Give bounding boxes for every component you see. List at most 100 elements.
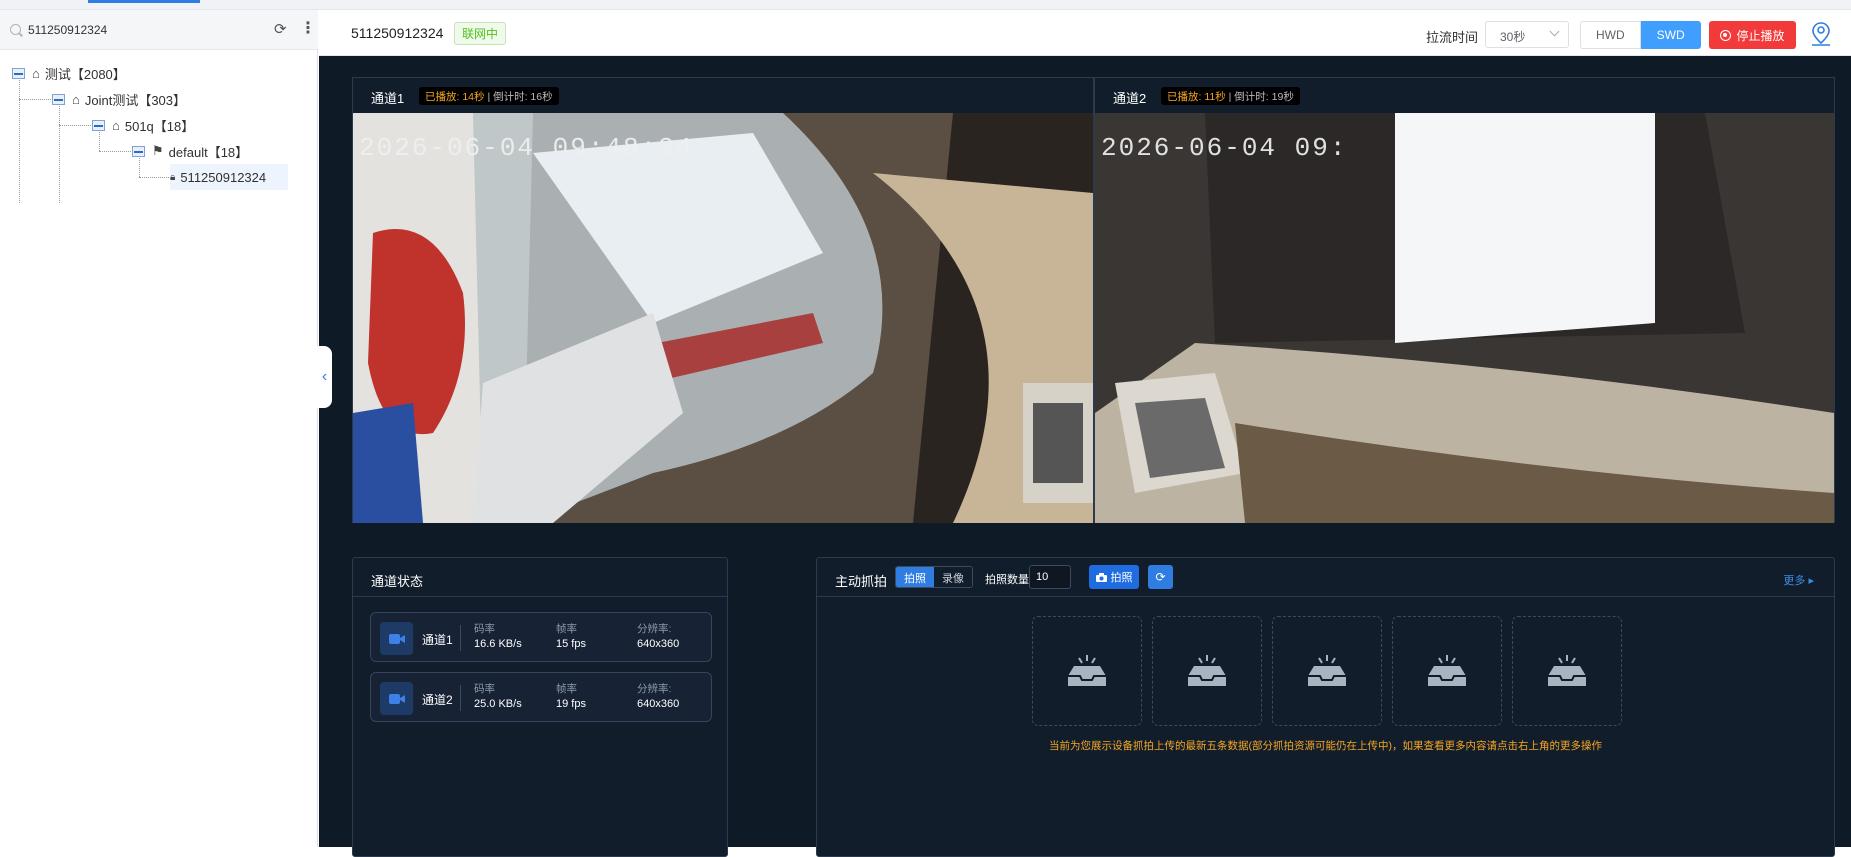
capture-mode-tabs: 拍照 录像 [895, 566, 973, 588]
hwd-button[interactable]: HWD [1580, 21, 1641, 49]
played-time: 已播放: 11秒 [1167, 91, 1226, 103]
more-options-icon[interactable]: ⋮ [300, 20, 316, 38]
tree-node-default[interactable]: ⚑ default【18】 [132, 138, 248, 164]
chevron-left-icon: ‹ [321, 368, 328, 385]
fps-value: 15 fps [556, 638, 586, 650]
snapshot-card: 主动抓拍 拍照 录像 拍照数量 拍照 ⟳ 更多 ▸ 当前为您展示设备抓拍上传的最… [816, 557, 1835, 857]
snapshot-slot-empty [1272, 616, 1382, 726]
pull-time-label: 拉流时间 [1426, 30, 1479, 45]
empty-inbox-icon [1428, 655, 1466, 686]
snapshot-slot-empty [1152, 616, 1262, 726]
capture-button[interactable]: 拍照 [1089, 565, 1139, 589]
video-feed[interactable]: 2026-06-04 09:48:34 [353, 113, 1093, 523]
device-header: 511250912324 联网中 拉流时间 30秒 HWD SWD 停止播放 [319, 10, 1851, 56]
home-icon: ⌂ [32, 65, 40, 81]
channel-name: 通道2 [422, 693, 453, 707]
collapse-toggle-icon[interactable] [92, 119, 105, 131]
main-area: 511250912324 联网中 拉流时间 30秒 HWD SWD 停止播放 ‹… [317, 10, 1851, 857]
photo-count-label: 拍照数量 [985, 574, 1029, 586]
browser-top-strip [0, 0, 1851, 10]
resolution-label: 分辨率: [637, 683, 672, 695]
photo-count-input[interactable] [1029, 565, 1071, 589]
capture-button-label: 拍照 [1110, 572, 1133, 584]
tree-node-root[interactable]: ⌂ 测试【2080】 [12, 60, 126, 86]
video-camera-icon [380, 682, 413, 715]
empty-inbox-icon [1188, 655, 1226, 686]
card-title: 通道状态 [371, 574, 424, 589]
video-feed[interactable]: 2026-06-04 09: [1095, 113, 1834, 523]
location-user-icon[interactable] [1809, 21, 1833, 47]
divider [460, 685, 461, 711]
collapse-toggle-icon[interactable] [12, 67, 25, 79]
tree-node-501q[interactable]: ⌂ 501q【18】 [92, 112, 194, 138]
channel-row: 通道2 码率 25.0 KB/s 帧率 19 fps 分辨率: 640x360 [370, 672, 712, 722]
countdown-time: | 倒计时: 16秒 [487, 91, 553, 103]
tree-connector [139, 177, 171, 178]
refresh-snapshots-button[interactable]: ⟳ [1148, 565, 1173, 589]
stop-play-button[interactable]: 停止播放 [1709, 21, 1796, 49]
bitrate-value: 16.6 KB/s [474, 638, 522, 650]
collapse-toggle-icon[interactable] [132, 145, 145, 157]
collapse-toggle-icon[interactable] [52, 93, 65, 105]
video-frame: 2026-06-04 09:48:34 [353, 113, 1093, 523]
empty-inbox-icon [1068, 655, 1106, 686]
video-timestamp: 2026-06-04 09:48:34 [359, 133, 693, 163]
home-icon: ⌂ [72, 91, 80, 107]
video-panel-1: 通道1 已播放: 14秒 | 倒计时: 16秒 2026-06-04 09:48… [352, 77, 1094, 523]
video-title: 通道2 [1113, 91, 1147, 106]
video-title: 通道1 [371, 91, 405, 106]
video-frame: 2026-06-04 09: [1095, 113, 1834, 523]
fps-label: 帧率 [556, 623, 577, 635]
card-title: 主动抓拍 [835, 574, 888, 589]
stop-play-label: 停止播放 [1736, 28, 1785, 43]
bitrate-label: 码率 [474, 683, 495, 695]
card-divider [353, 596, 727, 597]
device-id: 511250912324 [351, 25, 444, 41]
refresh-tree-icon[interactable]: ⟳ [274, 22, 287, 38]
chevron-down-icon [1549, 26, 1560, 37]
video-timestamp: 2026-06-04 09: [1101, 133, 1347, 163]
tree-node-label: Joint测试【303】 [84, 92, 187, 108]
snapshot-slot-empty [1512, 616, 1622, 726]
more-label: 更多 [1783, 575, 1806, 587]
played-time: 已播放: 14秒 [425, 91, 485, 103]
refresh-icon: ⟳ [1155, 570, 1166, 584]
collapse-sidebar-tab[interactable]: ‹ [317, 346, 332, 408]
bitrate-label: 码率 [474, 623, 495, 635]
video-timer: 已播放: 14秒 | 倒计时: 16秒 [419, 87, 559, 105]
tree-node-label: 501q【18】 [124, 118, 195, 134]
pull-time-value: 30秒 [1500, 30, 1526, 44]
flag-icon: ⚑ [152, 143, 164, 158]
status-badge: 联网中 [454, 22, 507, 45]
countdown-time: | 倒计时: 19秒 [1228, 91, 1294, 103]
tree-node-device[interactable]: 🔒︎ 511250912324 [170, 164, 289, 190]
tree-node-joint[interactable]: ⌂ Joint测试【303】 [52, 86, 186, 112]
channel-row: 通道1 码率 16.6 KB/s 帧率 15 fps 分辨率: 640x360 [370, 612, 712, 662]
video-camera-icon [380, 622, 413, 655]
video-header: 通道2 已播放: 11秒 | 倒计时: 19秒 [1095, 78, 1834, 113]
pull-time-select[interactable]: 30秒 [1485, 21, 1569, 48]
channel-status-card: 通道状态 通道1 码率 16.6 KB/s 帧率 15 fps 分辨率: 640… [352, 557, 728, 857]
stop-icon [1720, 29, 1732, 41]
tree-connector [59, 99, 60, 203]
tree-node-label: default【18】 [168, 144, 249, 160]
fps-label: 帧率 [556, 683, 577, 695]
swd-button[interactable]: SWD [1640, 21, 1701, 49]
tab-video[interactable]: 录像 [934, 567, 972, 587]
snapshot-slot-empty [1392, 616, 1502, 726]
snapshot-hint: 当前为您展示设备抓拍上传的最新五条数据(部分抓拍资源可能仍在上传中)，如果查看更… [1049, 740, 1602, 752]
more-link[interactable]: 更多 ▸ [1783, 572, 1814, 588]
stream-type-toggle: HWD SWD [1580, 21, 1701, 49]
channel-name: 通道1 [422, 633, 453, 647]
divider [460, 625, 461, 651]
tree-connector [19, 73, 20, 203]
search-icon [10, 24, 21, 35]
snapshot-slot-empty [1032, 616, 1142, 726]
tab-photo[interactable]: 拍照 [896, 567, 934, 587]
camera-icon [1095, 572, 1107, 582]
search-input[interactable] [28, 19, 258, 41]
active-tab-indicator [88, 0, 200, 3]
tree-node-label: 测试【2080】 [44, 66, 126, 82]
tree-node-label: 511250912324 [180, 169, 267, 185]
resolution-value: 640x360 [637, 638, 680, 650]
